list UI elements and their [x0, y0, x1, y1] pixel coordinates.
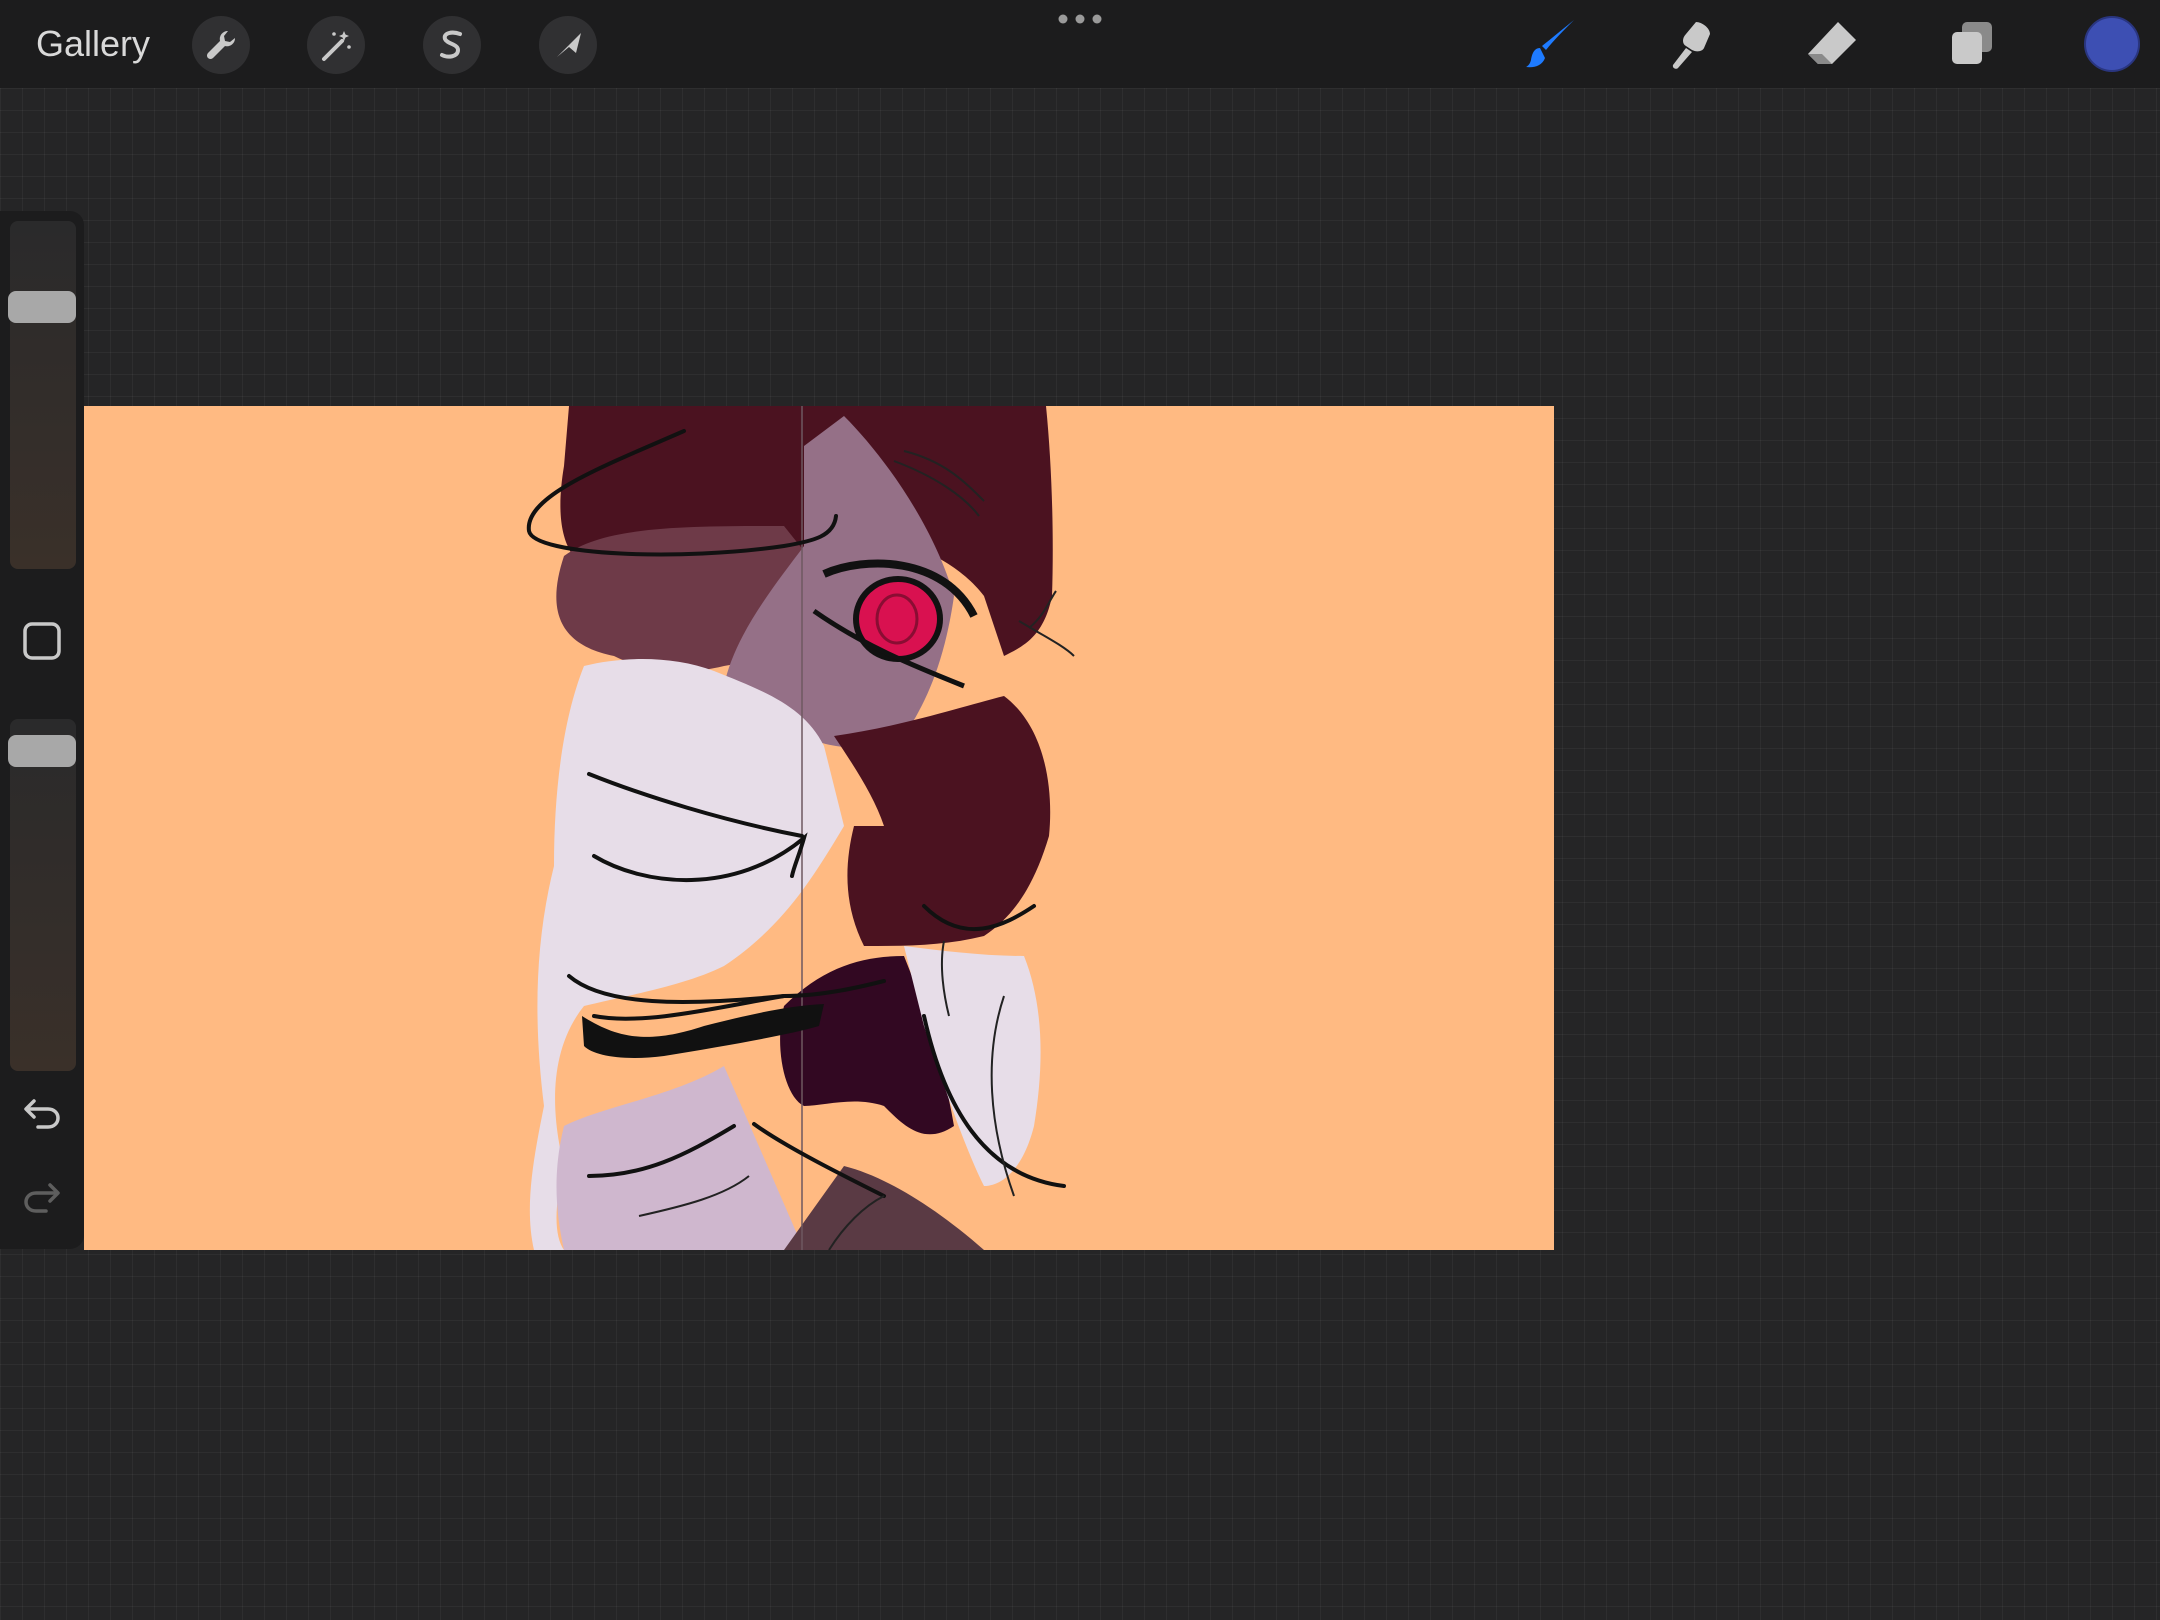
arrow-cursor-icon — [557, 33, 581, 57]
wrench-icon — [206, 30, 236, 60]
ellipsis-icon[interactable] — [1056, 12, 1104, 26]
layers-button[interactable] — [1942, 14, 2002, 74]
gallery-button[interactable]: Gallery — [36, 22, 150, 66]
eraser-tool-button[interactable] — [1802, 14, 1862, 74]
modify-square-icon[interactable] — [20, 619, 64, 663]
opacity-slider[interactable] — [8, 719, 76, 1071]
selection-button[interactable] — [423, 16, 481, 74]
actions-button[interactable] — [192, 16, 250, 74]
transform-button[interactable] — [539, 16, 597, 74]
selection-s-icon — [440, 30, 462, 59]
brush-icon — [1526, 20, 1574, 68]
smudge-tool-button[interactable] — [1662, 14, 1722, 74]
color-picker-button[interactable] — [2084, 16, 2140, 72]
adjustments-button[interactable] — [307, 16, 365, 74]
eraser-icon — [1808, 22, 1856, 64]
brush-size-thumb[interactable] — [8, 291, 76, 323]
magic-wand-icon — [322, 31, 351, 61]
smudge-icon — [1672, 22, 1710, 69]
left-sidebar — [0, 211, 84, 1249]
layers-icon — [1952, 22, 1992, 64]
brush-tool-button[interactable] — [1522, 14, 1582, 74]
top-toolbar: Gallery — [0, 0, 2160, 88]
opacity-thumb[interactable] — [8, 735, 76, 767]
redo-icon[interactable] — [20, 1175, 64, 1219]
drawing-canvas[interactable] — [84, 406, 1554, 1250]
brush-size-slider[interactable] — [8, 221, 76, 569]
undo-icon[interactable] — [20, 1091, 64, 1135]
artwork — [526, 406, 1075, 1250]
